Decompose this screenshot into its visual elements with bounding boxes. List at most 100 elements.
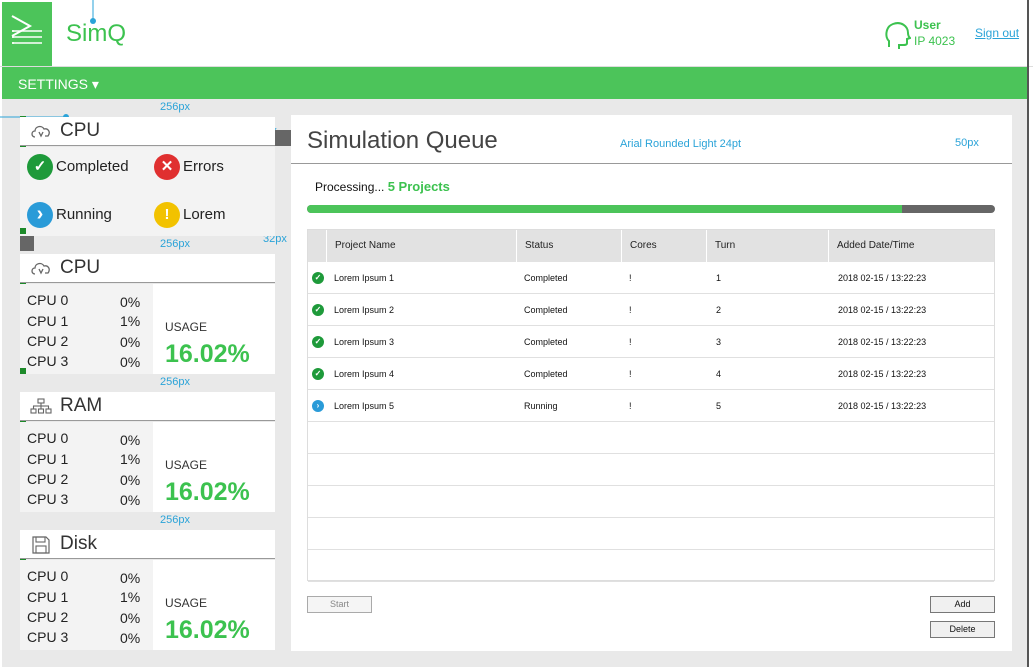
table-row[interactable]: ✓ Lorem Ipsum 1 Completed! 1 2018 02-15 / 13…	[308, 262, 994, 294]
cell-name: Lorem Ipsum 1	[334, 273, 395, 283]
column-header[interactable]: Status	[516, 230, 621, 262]
cpu-percent: 0%	[120, 472, 141, 488]
progress-bar	[307, 205, 995, 213]
completed-status-icon: ✓	[312, 272, 324, 284]
table-row[interactable]	[308, 518, 994, 550]
check-circle-icon: ✓	[27, 154, 53, 180]
table-row[interactable]	[308, 486, 994, 518]
table-row[interactable]	[308, 454, 994, 486]
panel-title: RAM	[60, 395, 103, 416]
cell-added: 2018 02-15 / 13:22:23	[838, 337, 927, 347]
column-header[interactable]: Project Name	[326, 230, 516, 262]
table-row[interactable]: ✓ Lorem Ipsum 3 Completed! 3 2018 02-15 / 13…	[308, 326, 994, 358]
layout-marker	[20, 228, 26, 234]
start-button[interactable]: Start	[307, 596, 372, 613]
logo[interactable]	[2, 2, 52, 66]
completed-status-icon: ✓	[312, 304, 324, 316]
table-row[interactable]: › Lorem Ipsum 5 Running! 5 2018 02-15 / 13:2…	[308, 390, 994, 422]
user-ip: IP 4023	[914, 34, 956, 48]
add-button[interactable]: Add	[930, 596, 995, 613]
processing-count: 5 Projects	[387, 179, 450, 194]
completed-status-icon: ✓	[312, 368, 324, 380]
completed-status-icon: ✓	[312, 336, 324, 348]
usage-label: USAGE	[165, 320, 208, 334]
cell-turn: 3	[716, 337, 722, 347]
cell-cores: !	[629, 273, 632, 283]
cpu-name: CPU 1	[27, 313, 69, 329]
cpu-panel-body: CPU 0 0% CPU 1 1% CPU 2 0% CPU 3 0% USAG…	[20, 284, 275, 374]
usage-box: USAGE 16.02%	[153, 422, 275, 512]
table-row[interactable]: ✓ Lorem Ipsum 2 Completed! 2 2018 02-15 / 13…	[308, 294, 994, 326]
usage-value: 16.02%	[165, 616, 250, 644]
usage-value: 16.02%	[165, 478, 250, 506]
cell-status: Completed	[524, 369, 568, 379]
cpu-percent: 0%	[120, 354, 141, 370]
status-panel-header: CPU	[20, 117, 275, 146]
sign-out-link[interactable]: Sign out	[975, 26, 1019, 40]
cpu-name: CPU 0	[27, 430, 69, 446]
user-name: User	[914, 18, 941, 32]
settings-menu[interactable]: SETTINGS ▾	[18, 76, 99, 93]
cloud-icon	[31, 262, 50, 275]
window-frame	[1027, 0, 1029, 667]
ram-panel-header: RAM	[20, 392, 275, 421]
cpu-name: CPU 3	[27, 491, 69, 507]
network-icon	[30, 398, 52, 414]
layout-marker	[20, 236, 34, 251]
panel-title: CPU	[60, 120, 101, 141]
usage-box: USAGE 16.02%	[153, 560, 275, 650]
disk-icon	[32, 536, 50, 554]
dimension-annotation: 256px	[160, 101, 190, 113]
warning-circle-icon: !	[154, 202, 180, 228]
running-status-icon: ›	[312, 400, 324, 412]
table-row[interactable]	[308, 422, 994, 454]
cpu-percent: 1%	[120, 589, 141, 605]
table-row[interactable]: ✓ Lorem Ipsum 4 Completed! 4 2018 02-15 / 13…	[308, 358, 994, 390]
status-label: Completed	[56, 158, 129, 175]
cell-added: 2018 02-15 / 13:22:23	[838, 305, 927, 315]
annotation-pointer	[90, 0, 96, 24]
user-info[interactable]: User IP 4023	[883, 17, 963, 51]
cpu-percent: 0%	[120, 570, 141, 586]
panel-title: Disk	[60, 533, 97, 554]
cpu-name: CPU 3	[27, 629, 69, 645]
app-header: SimQ User IP 4023 Sign out	[0, 0, 1033, 67]
cell-cores: !	[629, 369, 632, 379]
processing-label: Processing...	[315, 180, 385, 194]
cell-name: Lorem Ipsum 2	[334, 305, 395, 315]
table-row[interactable]	[308, 550, 994, 582]
cpu-percent: 1%	[120, 451, 141, 467]
cell-added: 2018 02-15 / 13:22:23	[838, 273, 927, 283]
dimension-annotation: 50px	[955, 137, 979, 149]
delete-button[interactable]: Delete	[930, 621, 995, 638]
panel-title: CPU	[60, 257, 101, 278]
ram-panel-body: CPU 0 0% CPU 1 1% CPU 2 0% CPU 3 0% USAG…	[20, 422, 275, 512]
status-label: Errors	[183, 158, 224, 175]
cell-status: Completed	[524, 337, 568, 347]
font-annotation: Arial Rounded Light 24pt	[620, 138, 742, 150]
cell-cores: !	[629, 337, 632, 347]
cpu-percent: 0%	[120, 492, 141, 508]
cell-added: 2018 02-15 / 13:22:23	[838, 401, 927, 411]
cell-name: Lorem Ipsum 3	[334, 337, 395, 347]
cpu-panel-header: CPU	[20, 254, 275, 283]
queue-title: Simulation Queue	[307, 127, 498, 154]
usage-label: USAGE	[165, 458, 208, 472]
dimension-annotation: 256px	[160, 514, 190, 526]
user-head-icon	[885, 22, 911, 49]
column-header[interactable]: Turn	[706, 230, 828, 262]
dimension-annotation: 256px	[160, 238, 190, 250]
cell-turn: 1	[716, 273, 722, 283]
cpu-name: CPU 3	[27, 353, 69, 369]
column-header[interactable]: Cores	[621, 230, 706, 262]
dimension-annotation: 256px	[160, 376, 190, 388]
cell-name: Lorem Ipsum 5	[334, 401, 395, 411]
column-header[interactable]: Added Date/Time	[828, 230, 994, 262]
error-circle-icon: ✕	[154, 154, 180, 180]
chevron-circle-icon: ›	[27, 202, 53, 228]
cpu-name: CPU 1	[27, 589, 69, 605]
queue-table: Project Name Status Cores Turn Added Dat…	[307, 229, 995, 582]
progress-fill	[307, 205, 903, 213]
divider	[291, 163, 1012, 164]
cpu-name: CPU 2	[27, 609, 69, 625]
